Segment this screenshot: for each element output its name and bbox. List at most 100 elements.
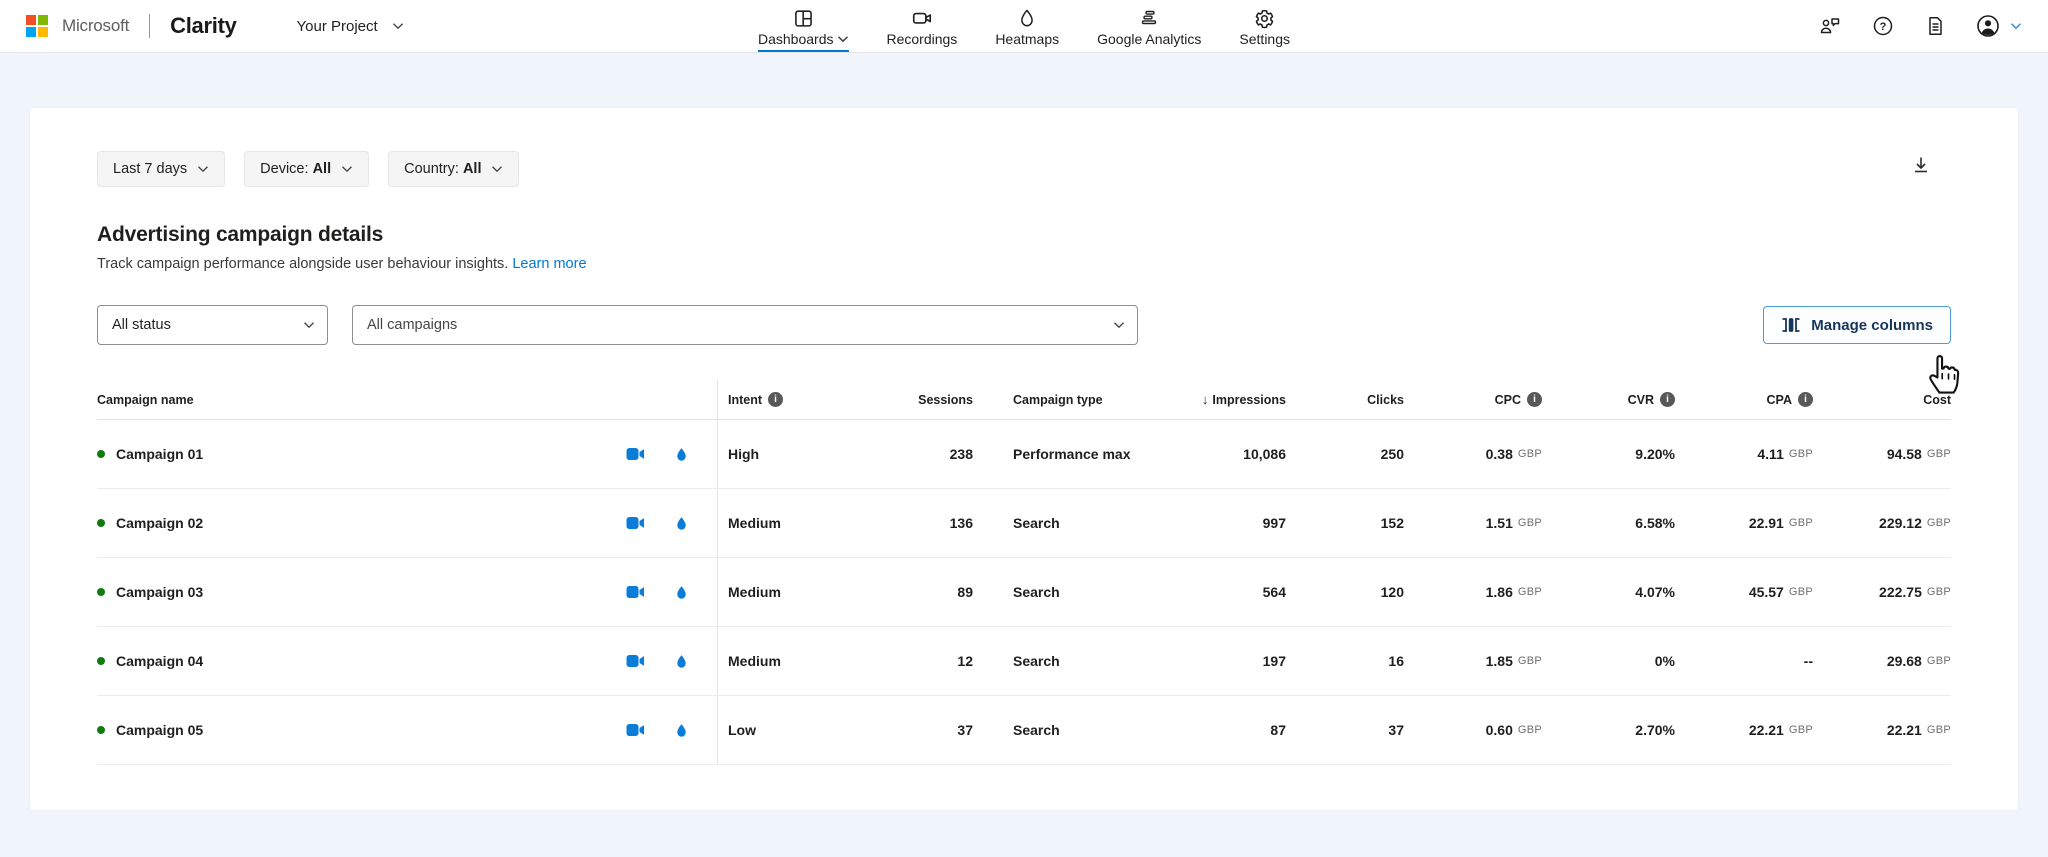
status-dot (97, 726, 105, 734)
status-select[interactable]: All status (97, 305, 328, 345)
video-camera-icon (626, 722, 645, 738)
view-recordings-button[interactable] (626, 446, 645, 462)
view-recordings-button[interactable] (626, 722, 645, 738)
col-campaign-name[interactable]: Campaign name (97, 380, 718, 419)
sort-descending-icon (1202, 392, 1209, 407)
chevron-down-icon (836, 33, 848, 45)
cost-cell: 222.75GBP (1813, 584, 1951, 600)
account-menu-button[interactable] (2010, 20, 2022, 32)
status-dot (97, 450, 105, 458)
chevron-down-icon (392, 20, 404, 32)
impressions-cell: 997 (1148, 515, 1286, 531)
view-heatmap-button[interactable] (674, 515, 689, 532)
cost-cell: 94.58GBP (1813, 446, 1951, 462)
sessions-cell: 238 (843, 446, 973, 462)
view-heatmap-button[interactable] (674, 722, 689, 739)
nav-recordings[interactable]: Recordings (886, 7, 957, 50)
chevron-down-icon (341, 163, 353, 175)
info-icon[interactable] (1660, 392, 1675, 407)
view-heatmap-button[interactable] (674, 653, 689, 670)
nav-settings[interactable]: Settings (1239, 7, 1290, 50)
project-selector[interactable]: Your Project (297, 18, 404, 35)
table-controls: All status All campaigns Manage columns (97, 305, 1951, 345)
account-button[interactable] (1976, 14, 2000, 38)
view-recordings-button[interactable] (626, 584, 645, 600)
video-camera-icon (626, 446, 645, 462)
col-campaign-type[interactable]: Campaign type (973, 393, 1148, 407)
table-row[interactable]: Campaign 05 Low 37 Search 87 37 0.60GBP … (97, 696, 1951, 765)
flame-icon (674, 722, 689, 739)
campaign-type-cell: Search (973, 515, 1148, 531)
table-row[interactable]: Campaign 04 Medium 12 Search 197 16 1.85… (97, 627, 1951, 696)
video-camera-icon (626, 584, 645, 600)
top-navbar: Microsoft Clarity Your Project Dashboard… (0, 0, 2048, 53)
country-filter[interactable]: Country: All (388, 151, 519, 187)
clicks-cell: 152 (1286, 515, 1404, 531)
page-subtitle: Track campaign performance alongside use… (97, 256, 1951, 272)
table-row[interactable]: Campaign 03 Medium 89 Search 564 120 1.8… (97, 558, 1951, 627)
view-recordings-button[interactable] (626, 653, 645, 669)
view-heatmap-button[interactable] (674, 446, 689, 463)
brand-divider (149, 14, 150, 38)
impressions-cell: 564 (1148, 584, 1286, 600)
intent-cell: Medium (718, 584, 843, 600)
navbar-actions: ? (1818, 14, 2022, 38)
info-icon[interactable] (1527, 392, 1542, 407)
col-sessions[interactable]: Sessions (843, 393, 973, 407)
cost-cell: 22.21GBP (1813, 722, 1951, 738)
status-dot (97, 519, 105, 527)
intent-cell: Medium (718, 653, 843, 669)
cpa-cell: 22.91GBP (1675, 515, 1813, 531)
intent-cell: Low (718, 722, 843, 738)
download-button[interactable] (1910, 154, 1932, 179)
col-cpc[interactable]: CPC (1404, 392, 1542, 407)
clicks-cell: 37 (1286, 722, 1404, 738)
table-body: Campaign 01 High 238 Performance max 10,… (97, 420, 1951, 765)
docs-button[interactable] (1924, 15, 1946, 37)
cvr-cell: 4.07% (1542, 584, 1675, 600)
table-row[interactable]: Campaign 01 High 238 Performance max 10,… (97, 420, 1951, 489)
cvr-cell: 9.20% (1542, 446, 1675, 462)
date-range-filter[interactable]: Last 7 days (97, 151, 225, 187)
campaign-name: Campaign 05 (116, 722, 203, 738)
cost-cell: 229.12GBP (1813, 515, 1951, 531)
heatmaps-icon (1017, 7, 1037, 29)
col-clicks[interactable]: Clicks (1286, 393, 1404, 407)
col-intent[interactable]: Intent (718, 392, 843, 407)
col-cpa[interactable]: CPA (1675, 392, 1813, 407)
nav-google-analytics[interactable]: Google Analytics (1097, 7, 1201, 50)
sessions-cell: 37 (843, 722, 973, 738)
manage-columns-icon (1781, 315, 1801, 335)
intent-cell: High (718, 446, 843, 462)
view-heatmap-button[interactable] (674, 584, 689, 601)
info-icon[interactable] (1798, 392, 1813, 407)
campaign-select[interactable]: All campaigns (352, 305, 1138, 345)
view-recordings-button[interactable] (626, 515, 645, 531)
campaign-type-cell: Search (973, 722, 1148, 738)
campaign-name: Campaign 01 (116, 446, 203, 462)
learn-more-link[interactable]: Learn more (512, 256, 586, 272)
col-cost[interactable]: Cost (1813, 393, 1951, 407)
chevron-down-icon (197, 163, 209, 175)
info-icon[interactable] (768, 392, 783, 407)
cvr-cell: 0% (1542, 653, 1675, 669)
help-button[interactable]: ? (1872, 15, 1894, 37)
cpc-cell: 0.38GBP (1404, 446, 1542, 462)
feedback-button[interactable] (1818, 15, 1842, 37)
chevron-down-icon (303, 319, 315, 331)
impressions-cell: 10,086 (1148, 446, 1286, 462)
device-filter[interactable]: Device: All (244, 151, 369, 187)
google-analytics-icon (1139, 7, 1159, 29)
table-row[interactable]: Campaign 02 Medium 136 Search 997 152 1.… (97, 489, 1951, 558)
col-cvr[interactable]: CVR (1542, 392, 1675, 407)
cpc-cell: 1.51GBP (1404, 515, 1542, 531)
intent-cell: Medium (718, 515, 843, 531)
manage-columns-button[interactable]: Manage columns (1763, 306, 1951, 344)
col-impressions[interactable]: Impressions (1148, 392, 1286, 407)
cpc-cell: 0.60GBP (1404, 722, 1542, 738)
help-icon: ? (1872, 15, 1894, 37)
nav-dashboards[interactable]: Dashboards (758, 7, 849, 52)
nav-heatmaps[interactable]: Heatmaps (995, 7, 1059, 50)
status-dot (97, 588, 105, 596)
sessions-cell: 12 (843, 653, 973, 669)
